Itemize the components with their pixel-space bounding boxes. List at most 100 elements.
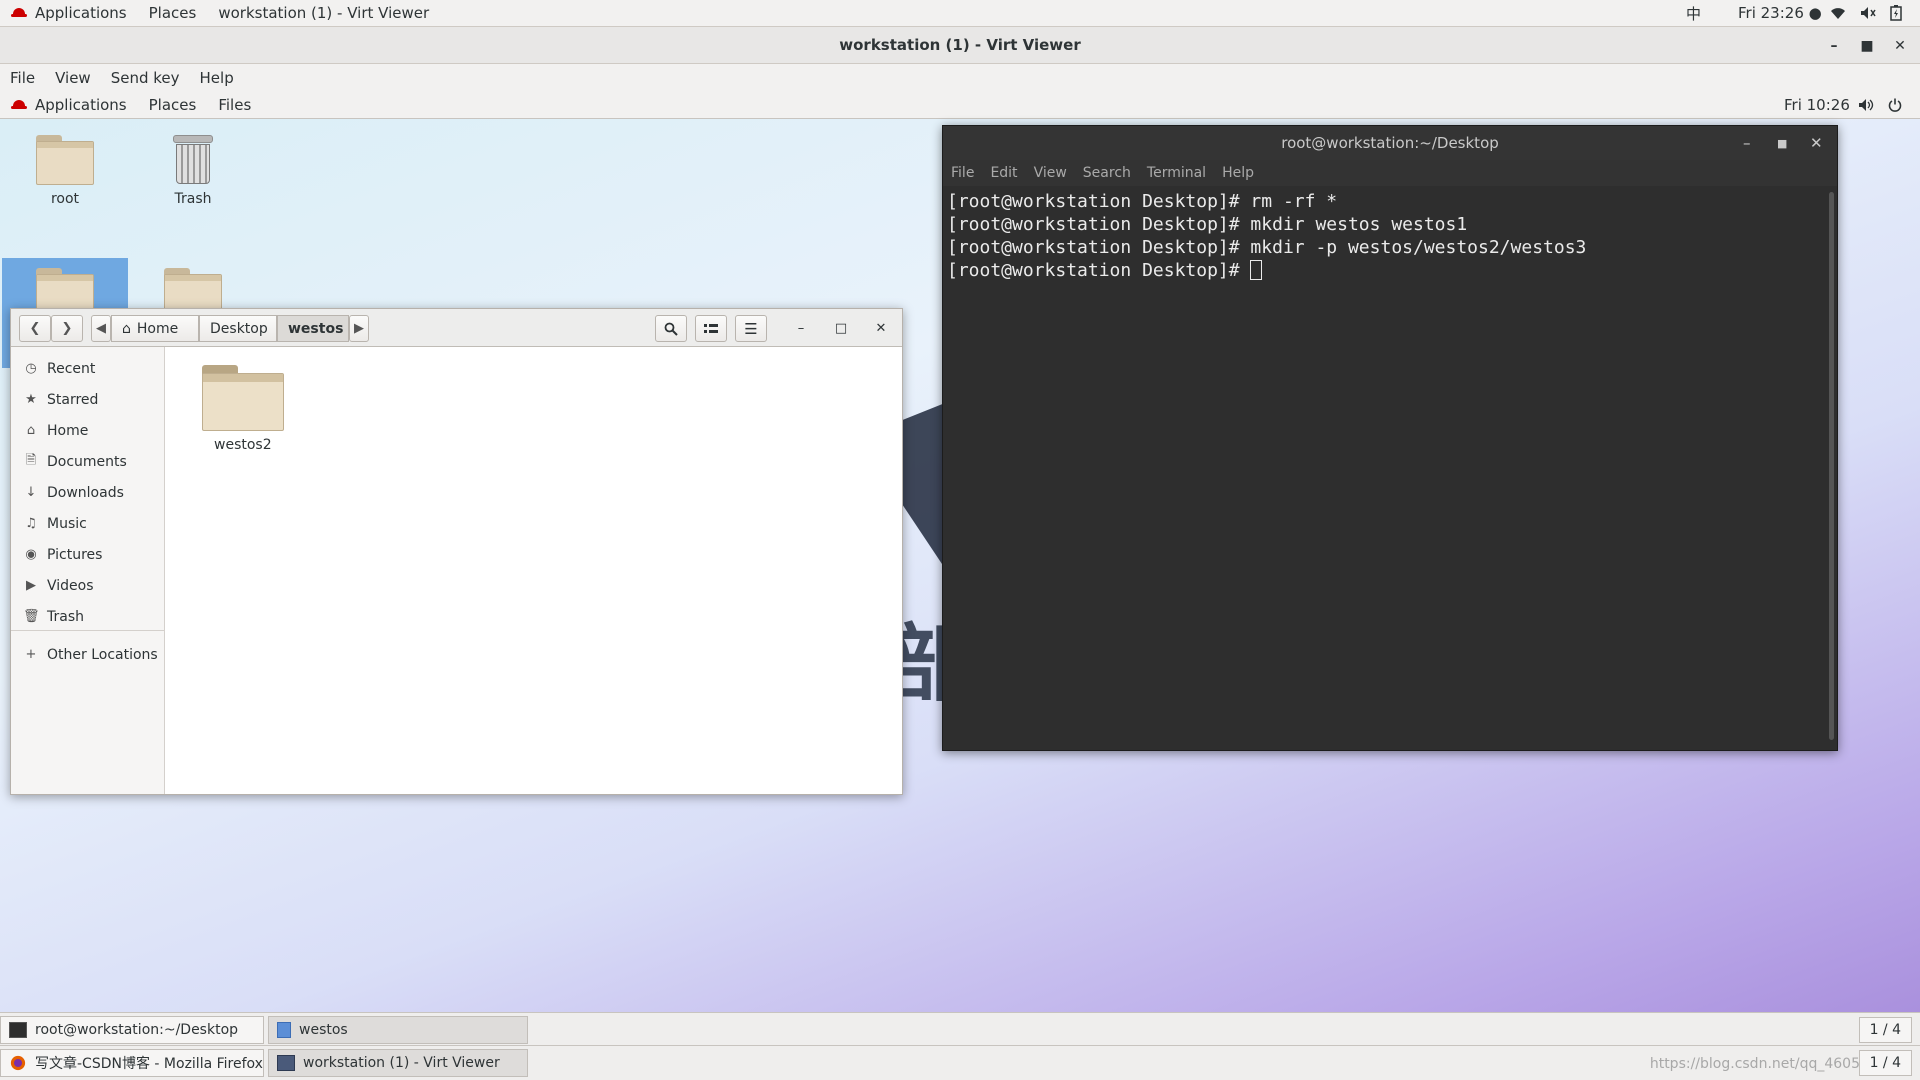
files-maximize-button[interactable]: □: [827, 315, 855, 342]
task-virt-viewer[interactable]: workstation (1) - Virt Viewer: [268, 1049, 528, 1077]
files-minimize-button[interactable]: –: [787, 315, 815, 342]
close-icon[interactable]: ✕: [1884, 27, 1916, 64]
guest-files-menu[interactable]: Files: [207, 91, 262, 118]
firefox-icon: [10, 1055, 26, 1071]
terminal-menu-view[interactable]: View: [1026, 165, 1075, 181]
home-folder-icon: [36, 135, 94, 185]
plus-icon: +: [25, 647, 37, 662]
host-applications-menu[interactable]: Applications: [0, 0, 138, 27]
breadcrumb-home[interactable]: ⌂ Home: [111, 315, 199, 342]
guest-taskbar: root@workstation:~/Desktop westos 1 / 4: [0, 1012, 1920, 1045]
terminal-line: [root@workstation Desktop]# mkdir westos…: [947, 214, 1468, 235]
host-clock[interactable]: Fri 23:26 ●: [1738, 0, 1822, 27]
desktop-icon-trash[interactable]: Trash: [130, 125, 256, 235]
task-files[interactable]: westos: [268, 1016, 528, 1044]
breadcrumb-home-label: Home: [136, 320, 179, 337]
guest-clock[interactable]: Fri 10:26: [1784, 91, 1850, 118]
input-method-indicator[interactable]: 中: [1686, 0, 1701, 27]
sidebar-separator: [11, 630, 165, 631]
files-close-button[interactable]: ✕: [867, 315, 895, 342]
task-label: workstation (1) - Virt Viewer: [303, 1055, 500, 1071]
workspace-label: 1 / 4: [1869, 1055, 1901, 1071]
terminal-menu-terminal[interactable]: Terminal: [1139, 165, 1214, 181]
task-terminal[interactable]: root@workstation:~/Desktop: [0, 1016, 264, 1044]
terminal-window[interactable]: root@workstation:~/Desktop – ■ ✕ File Ed…: [942, 125, 1838, 751]
breadcrumb-desktop[interactable]: Desktop: [199, 315, 277, 342]
list-view-icon: [704, 323, 718, 333]
redhat-icon: [11, 8, 27, 18]
guest-status-tray[interactable]: [1858, 91, 1902, 118]
guest-applications-menu[interactable]: Applications: [0, 91, 138, 118]
folder-label-westos2[interactable]: westos2: [214, 437, 272, 453]
vv-menu-view[interactable]: View: [45, 69, 101, 87]
sidebar-item-downloads[interactable]: ↓ Downloads: [11, 477, 165, 508]
sidebar-item-other-locations[interactable]: + Other Locations: [11, 639, 165, 670]
vv-menu-file[interactable]: File: [0, 69, 45, 87]
document-icon: 🗎: [25, 452, 37, 468]
maximize-icon[interactable]: ■: [1777, 137, 1787, 150]
redhat-icon: [11, 99, 27, 110]
breadcrumb-desktop-label: Desktop: [210, 320, 268, 337]
files-window[interactable]: ❮ ❯ ◀ ⌂ Home Desktop westos ▶ ☰ – □ ✕ ◷ …: [10, 308, 903, 795]
folder-icon[interactable]: [202, 365, 284, 431]
sidebar-item-starred[interactable]: ★ Starred: [11, 384, 165, 415]
view-toggle-button[interactable]: [695, 315, 727, 342]
terminal-cursor: [1250, 260, 1263, 280]
terminal-prompt: [root@workstation Desktop]#: [947, 260, 1251, 281]
terminal-menu-edit[interactable]: Edit: [982, 165, 1025, 181]
desktop-icon-root[interactable]: root: [2, 125, 128, 235]
terminal-output[interactable]: [root@workstation Desktop]# rm -rf * [ro…: [943, 186, 1837, 750]
breadcrumb-westos[interactable]: westos: [277, 315, 349, 342]
terminal-menubar: File Edit View Search Terminal Help: [943, 160, 1837, 186]
terminal-icon: [9, 1022, 27, 1038]
download-icon: ↓: [25, 485, 37, 500]
back-button[interactable]: ❮: [19, 315, 51, 342]
files-headerbar: ❮ ❯ ◀ ⌂ Home Desktop westos ▶ ☰ – □ ✕: [11, 309, 902, 347]
forward-button[interactable]: ❯: [51, 315, 83, 342]
host-window-title-menu[interactable]: workstation (1) - Virt Viewer: [207, 0, 440, 27]
search-button[interactable]: [655, 315, 687, 342]
guest-workspace-switcher[interactable]: 1 / 4: [1858, 1017, 1912, 1043]
guest-places-menu[interactable]: Places: [138, 91, 208, 118]
music-icon: ♫: [25, 516, 37, 531]
battery-icon: [1890, 5, 1902, 21]
vv-menu-help[interactable]: Help: [190, 69, 244, 87]
sidebar-item-documents[interactable]: 🗎 Documents: [11, 446, 165, 477]
sidebar-item-trash[interactable]: 🗑 Trash: [11, 601, 165, 632]
task-label: westos: [299, 1022, 348, 1038]
minimize-icon[interactable]: –: [1818, 27, 1850, 64]
virt-viewer-menubar: File View Send key Help: [0, 64, 1920, 91]
terminal-scrollbar[interactable]: [1829, 192, 1834, 740]
path-right-arrow[interactable]: ▶: [349, 315, 369, 342]
sidebar-item-pictures[interactable]: ◉ Pictures: [11, 539, 165, 570]
files-content-area[interactable]: westos2: [166, 347, 902, 794]
triangle-right-icon: ▶: [354, 321, 364, 336]
terminal-menu-help[interactable]: Help: [1214, 165, 1262, 181]
host-taskbar: 写文章-CSDN博客 - Mozilla Firefox workstation…: [0, 1045, 1920, 1080]
guest-applications-label: Applications: [35, 95, 127, 114]
host-status-tray[interactable]: [1830, 0, 1902, 27]
menu-button[interactable]: ☰: [735, 315, 767, 342]
path-left-arrow[interactable]: ◀: [91, 315, 111, 342]
host-places-menu[interactable]: Places: [138, 0, 208, 27]
clock-icon: ◷: [25, 361, 37, 376]
minimize-icon[interactable]: –: [1743, 134, 1751, 152]
chevron-left-icon: ❮: [29, 321, 41, 336]
url-watermark: https://blog.csdn.net/qq_4605: [1649, 1056, 1860, 1072]
sidebar-item-recent[interactable]: ◷ Recent: [11, 353, 165, 384]
host-workspace-switcher[interactable]: 1 / 4: [1858, 1050, 1912, 1076]
terminal-menu-search[interactable]: Search: [1075, 165, 1139, 181]
task-firefox[interactable]: 写文章-CSDN博客 - Mozilla Firefox: [0, 1049, 264, 1077]
sidebar-item-label: Documents: [47, 453, 127, 470]
maximize-icon[interactable]: ■: [1851, 27, 1883, 64]
sidebar-item-videos[interactable]: ▶ Videos: [11, 570, 165, 601]
close-icon[interactable]: ✕: [1810, 134, 1823, 152]
vv-menu-send-key[interactable]: Send key: [101, 69, 190, 87]
terminal-title: root@workstation:~/Desktop: [1281, 134, 1499, 152]
sidebar-item-music[interactable]: ♫ Music: [11, 508, 165, 539]
files-sidebar: ◷ Recent ★ Starred ⌂ Home 🗎 Documents ↓ Downl…: [11, 347, 165, 794]
terminal-menu-file[interactable]: File: [943, 165, 982, 181]
sidebar-item-home[interactable]: ⌂ Home: [11, 415, 165, 446]
desktop-icon-label: Trash: [174, 191, 212, 207]
guest-display[interactable]: Applications Places Files Fri 10:26 root…: [0, 91, 1920, 1080]
